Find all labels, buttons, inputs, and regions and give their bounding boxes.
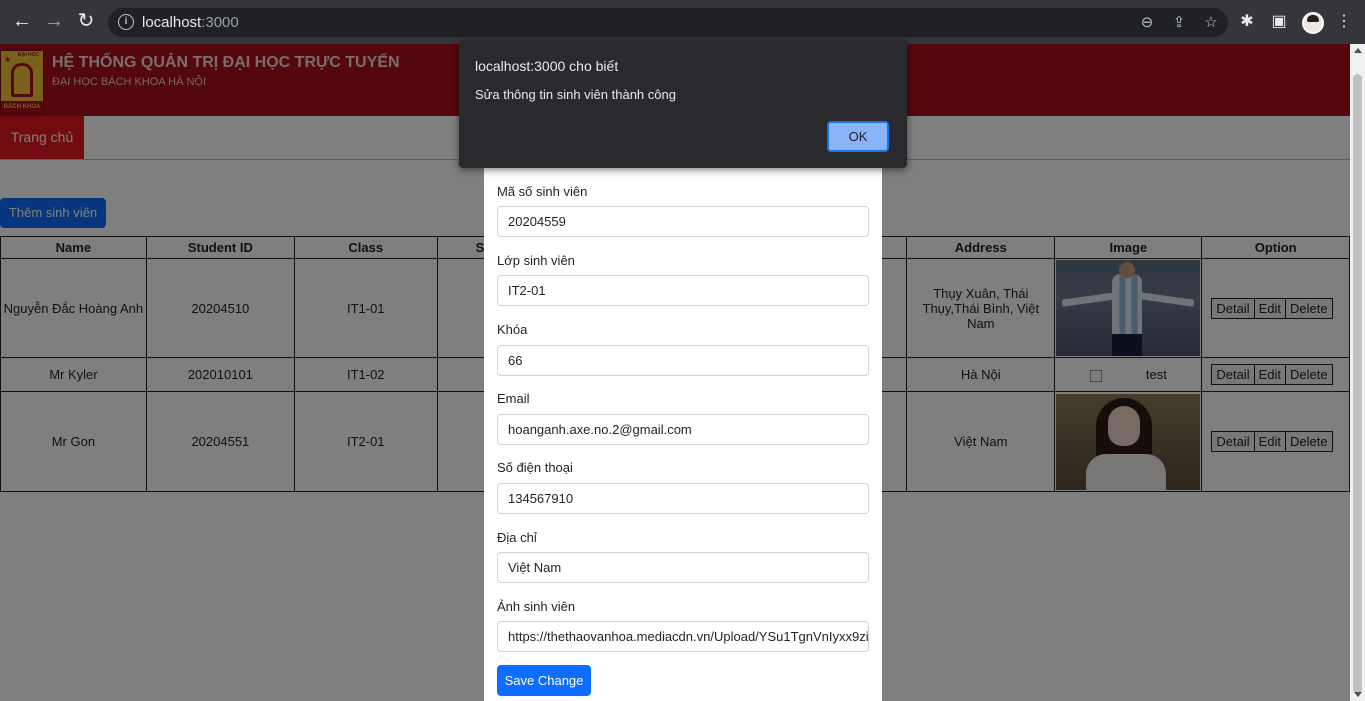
address-input[interactable]: Việt Nam — [497, 552, 869, 583]
phone-input[interactable]: 134567910 — [497, 483, 869, 514]
site-info-icon[interactable]: i — [118, 14, 134, 30]
share-icon[interactable]: ⇪ — [1170, 13, 1188, 31]
address-label: Địa chỉ — [497, 530, 537, 545]
alert-message: Sửa thông tin sinh viên thành công — [475, 87, 676, 102]
class-label: Lớp sinh viên — [497, 253, 575, 268]
email-label: Email — [497, 391, 530, 406]
save-change-button[interactable]: Save Change — [497, 665, 591, 696]
scrollbar-thumb[interactable] — [1353, 74, 1362, 694]
course-input[interactable]: 66 — [497, 345, 869, 376]
forward-icon[interactable]: → — [42, 9, 66, 33]
email-input[interactable]: hoanganh.axe.no.2@gmail.com — [497, 414, 869, 445]
class-input[interactable]: IT2-01 — [497, 275, 869, 306]
image-url-input[interactable]: https://thethaovanhoa.mediacdn.vn/Upload… — [497, 621, 869, 652]
course-label: Khóa — [497, 322, 528, 337]
menu-kebab-icon[interactable]: ⋮ — [1334, 11, 1354, 31]
alert-title: localhost:3000 cho biết — [475, 58, 619, 74]
side-panel-icon[interactable]: ▣ — [1269, 11, 1289, 31]
address-bar[interactable]: i localhost:3000 ⊖ ⇪ ☆ — [108, 8, 1228, 37]
browser-toolbar: ← → ↻ i localhost:3000 ⊖ ⇪ ☆ ✱ ▣ ⋮ — [0, 0, 1365, 44]
phone-label: Số điện thoại — [497, 460, 573, 475]
student-id-label: Mã số sinh viên — [497, 184, 588, 199]
scroll-down-icon[interactable] — [1354, 692, 1362, 697]
student-id-input[interactable]: 20204559 — [497, 206, 869, 237]
zoom-icon[interactable]: ⊖ — [1138, 13, 1156, 31]
page-scrollbar[interactable] — [1350, 44, 1365, 701]
extensions-icon[interactable]: ✱ — [1237, 11, 1257, 31]
scroll-up-icon[interactable] — [1354, 48, 1362, 53]
url-text: localhost:3000 — [142, 14, 239, 31]
reload-icon[interactable]: ↻ — [74, 9, 98, 33]
back-icon[interactable]: ← — [10, 9, 34, 33]
alert-dialog: localhost:3000 cho biết Sửa thông tin si… — [459, 40, 907, 168]
bookmark-star-icon[interactable]: ☆ — [1202, 13, 1220, 31]
ok-button[interactable]: OK — [827, 121, 889, 152]
profile-avatar[interactable] — [1302, 12, 1324, 34]
image-url-label: Ảnh sinh viên — [497, 599, 576, 614]
